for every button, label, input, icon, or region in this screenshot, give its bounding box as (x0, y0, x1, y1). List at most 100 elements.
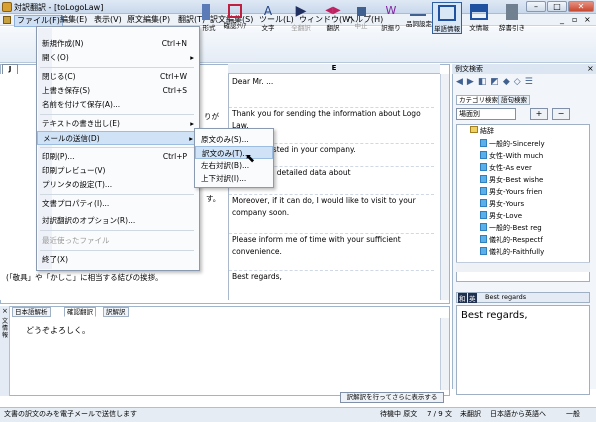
folder-icon (470, 126, 478, 133)
tree-item-4[interactable]: 男女-Best wishe (480, 175, 543, 186)
source-last-row[interactable]: (「敬具」や「かしこ」に相当する結びの挨拶。 (6, 272, 224, 284)
scene-select[interactable]: 場面別 (456, 108, 516, 120)
en-flag-icon: 英 (468, 293, 477, 303)
translate-button[interactable]: ◀▶ 翻訳 (322, 2, 344, 34)
pos-setting-button[interactable]: 品詞設定 (406, 2, 432, 34)
translate-all-button[interactable]: ▶ 全翻訳 (288, 2, 314, 34)
menu-doc-properties[interactable]: 文書プロパティ(I)... (37, 197, 199, 211)
status-message: 文書の訳文のみを電子メールで送信します (4, 410, 137, 418)
tree-hscrollbar[interactable] (456, 262, 590, 272)
menu-print-preview[interactable]: 印刷プレビュー(V) (37, 164, 199, 178)
doc-icon (480, 199, 487, 207)
tree-item-1[interactable]: 一般的-Sincerely (480, 139, 545, 150)
menu-separator (40, 67, 194, 68)
word-info-button[interactable]: 単語情報 (432, 2, 462, 34)
jp-flag-icon: 和 (458, 293, 467, 303)
tree-root[interactable]: 結辞 (470, 126, 494, 137)
tree-item-9[interactable]: 儀礼的-Respectf (480, 235, 543, 246)
status-direction: 日本語から英語へ (490, 410, 546, 418)
mdi-minimize-icon[interactable]: _ (560, 15, 564, 24)
example-preview: Best regards, (456, 305, 590, 395)
menu-print[interactable]: 印刷(P)... Ctrl+P (37, 150, 199, 164)
panel-nav-icons[interactable]: ◀▶◧◩◆◇☰ (456, 77, 537, 87)
play-icon: ▶ (295, 3, 307, 19)
source-fragment-1: りが (204, 112, 219, 121)
menu-save[interactable]: 上書き保存(S) Ctrl+S (37, 84, 199, 98)
app-icon (2, 2, 12, 12)
close-button[interactable]: ✕ (568, 1, 594, 12)
tree-item-3[interactable]: 女性-As ever (480, 163, 532, 174)
mail-source-only[interactable]: 原文のみ(S)... (195, 133, 273, 146)
doc-icon (480, 211, 487, 219)
tree-item-6[interactable]: 男女-Yours (480, 199, 524, 210)
book-icon (506, 4, 518, 20)
doc-icon (480, 223, 487, 231)
tab-phrase-search[interactable]: 語句検索 (498, 95, 530, 105)
example-search-title: 例文検索 (452, 64, 596, 74)
source-fragment-2: す。 (206, 194, 221, 203)
mdi-close-icon[interactable]: × (584, 15, 591, 24)
confirm-clear-icon (228, 4, 242, 18)
target-row-5[interactable]: Moreover, if it can do, I would like to … (229, 194, 434, 219)
sentence-info-button[interactable]: 文情報 (465, 2, 493, 34)
tree-item-2[interactable]: 女性-With much (480, 151, 543, 162)
target-column-header: E (228, 64, 440, 74)
confirm-translation-text: どうぞよろしく。 (26, 326, 90, 335)
target-row-1[interactable]: Dear Mr. ... (229, 76, 429, 88)
info-pane (0, 306, 450, 396)
menu-separator (40, 147, 194, 148)
stop-icon (356, 7, 366, 16)
menu-export-text[interactable]: テキストの書き出し(E) ▸ (37, 117, 199, 131)
tab-jp-analysis[interactable]: 日本語解析 (12, 307, 51, 317)
word-info-icon (438, 5, 456, 21)
maximize-button[interactable]: □ (547, 1, 567, 12)
collapse-button[interactable]: − (552, 108, 570, 120)
confirm-clear-button[interactable]: 確認ｸﾘｱ (222, 2, 248, 34)
char-icon: A (263, 4, 273, 18)
menu-edit[interactable]: 編集(E) (58, 14, 89, 26)
mail-top-bottom[interactable]: 上下対訳(I)... (195, 172, 273, 185)
editor-scrollbar[interactable] (440, 74, 449, 300)
reverse-translate-button[interactable]: 訳解訳を行ってさらに表示する (340, 392, 444, 403)
panel-close-icon[interactable]: × (587, 64, 594, 73)
info-close-icon[interactable]: × (2, 307, 8, 315)
menu-exit[interactable]: 終了(X) (37, 253, 199, 267)
expand-button[interactable]: + (530, 108, 548, 120)
mdi-restore-icon[interactable]: ▫ (572, 15, 577, 24)
menu-printer-settings[interactable]: プリンタの設定(T)... (37, 178, 199, 192)
stop-button[interactable]: 中止 (350, 2, 372, 34)
tree-item-7[interactable]: 男女-Love (480, 211, 522, 222)
tab-category-search[interactable]: カテゴリ検索 (456, 95, 501, 105)
minimize-button[interactable]: – (526, 1, 546, 12)
mail-side-by-side[interactable]: 左右対訳(B)... (195, 159, 273, 172)
mail-target-only[interactable]: 訳文のみ(T)... (195, 146, 273, 159)
target-row-7[interactable]: Best regards, (229, 270, 434, 283)
menu-recent-files: 最近使ったファイル (42, 236, 110, 245)
sentence-info-icon (470, 4, 488, 20)
tab-reverse-translation[interactable]: 訳解訳 (103, 307, 129, 317)
char-button[interactable]: A 文字 (254, 2, 282, 34)
tree-item-5[interactable]: 男女-Yours frien (480, 187, 542, 198)
status-mode: 待機中 原文 (380, 410, 418, 418)
window-title: 対訳翻訳 - [toLogoLaw] (14, 3, 104, 12)
menu-close[interactable]: 閉じる(C) Ctrl+W (37, 70, 199, 84)
tab-confirm-translation[interactable]: 確認翻訳 (64, 307, 96, 317)
menu-open[interactable]: 開く(O) ▸ (37, 51, 199, 65)
status-style: 一般 (566, 410, 580, 418)
menu-source-edit[interactable]: 原文編集(P) (125, 14, 172, 26)
dictionary-button[interactable]: 辞書引き (497, 2, 527, 34)
menu-send-mail[interactable]: メールの送信(D) ▸ (37, 131, 199, 145)
info-scrollbar[interactable] (440, 318, 449, 390)
target-row-6[interactable]: Please inform me of time with your suffi… (229, 233, 434, 258)
doc-icon (3, 16, 11, 24)
tree-item-8[interactable]: 一般的-Best reg (480, 223, 542, 234)
tree-item-10[interactable]: 儀礼的-Faithfully (480, 247, 544, 258)
menu-separator (40, 114, 194, 115)
doc-icon (480, 175, 487, 183)
menu-save-as[interactable]: 名前を付けて保存(A)... (37, 98, 199, 112)
menu-view[interactable]: 表示(V) (92, 14, 124, 26)
yakufuri-button[interactable]: W 訳振り (378, 2, 404, 34)
menu-new[interactable]: 新規作成(N) Ctrl+N (37, 37, 199, 51)
format-button[interactable]: 形式 (198, 2, 220, 34)
menu-options[interactable]: 対訳翻訳のオプション(R)... (37, 214, 199, 228)
